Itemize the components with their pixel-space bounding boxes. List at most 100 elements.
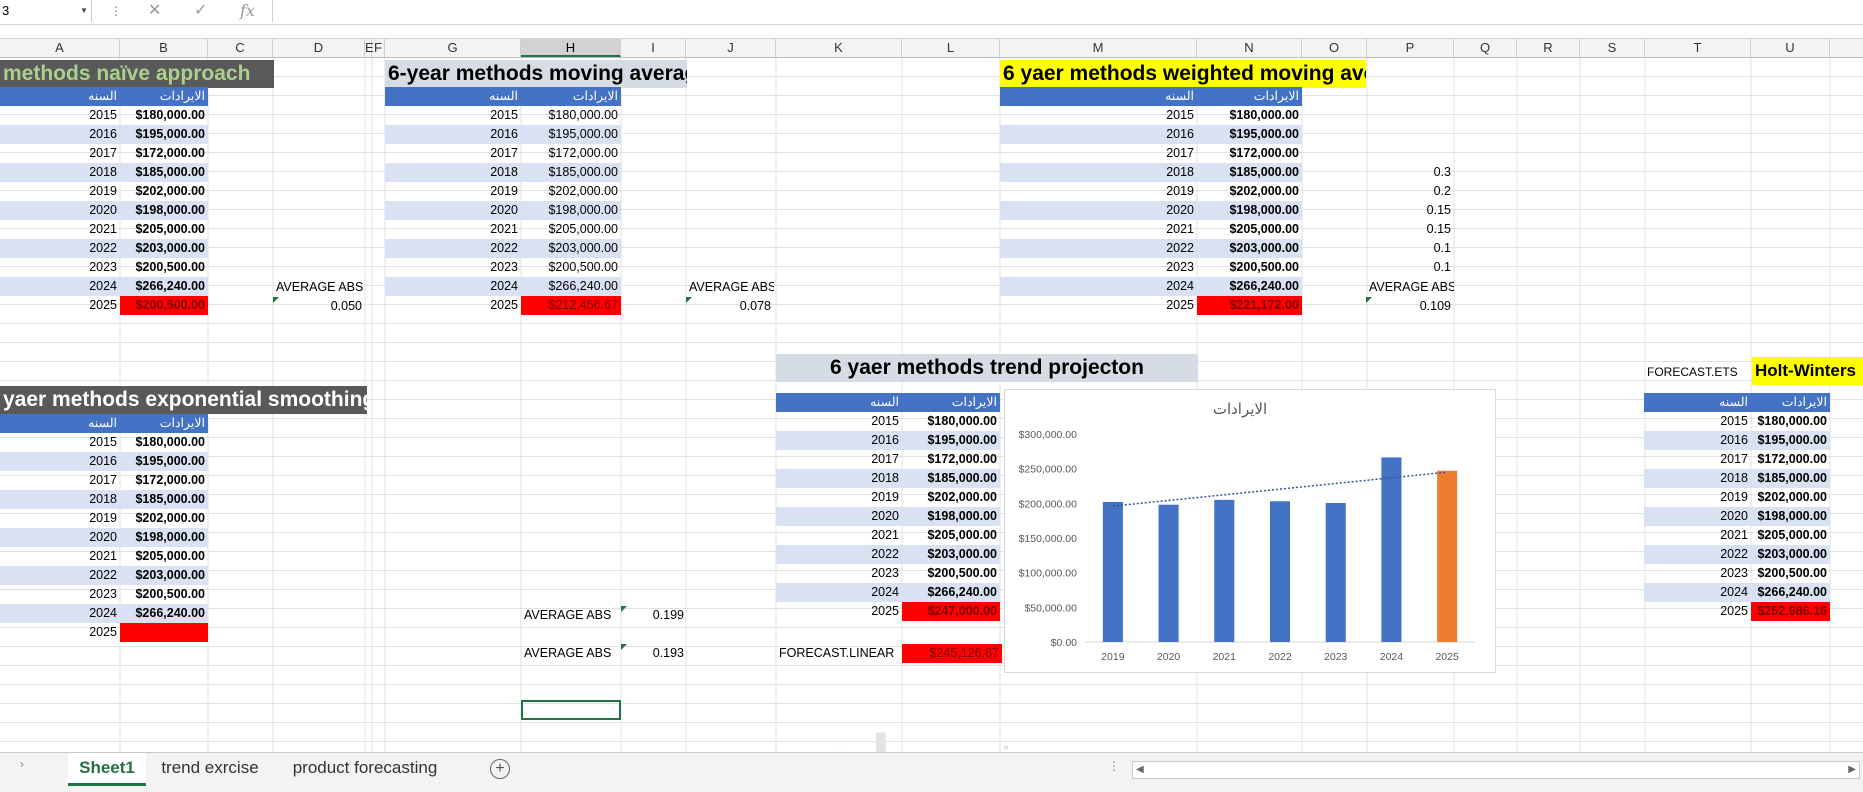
holt-year-cell[interactable]: 2024 <box>1644 583 1751 602</box>
weighted-revenue-cell[interactable]: $198,000.00 <box>1197 201 1302 220</box>
trend-revenue-cell[interactable]: $172,000.00 <box>902 450 1000 469</box>
weighted-revenue-cell[interactable]: $185,000.00 <box>1197 163 1302 182</box>
holt-revenue-cell[interactable]: $205,000.00 <box>1751 526 1830 545</box>
naive-revenue-cell[interactable]: $205,000.00 <box>120 220 208 239</box>
moving-year-cell[interactable]: 2022 <box>385 239 521 258</box>
moving-revenue-cell[interactable]: $172,000.00 <box>521 144 621 163</box>
exponential-revenue-cell[interactable]: $172,000.00 <box>120 471 208 490</box>
naive-revenue-cell[interactable]: $266,240.00 <box>120 277 208 296</box>
weighted-year-cell[interactable]: 2018 <box>1000 163 1197 182</box>
holt-year-cell[interactable]: 2022 <box>1644 545 1751 564</box>
weighted-revenue-cell[interactable]: $172,000.00 <box>1197 144 1302 163</box>
scroll-left-icon[interactable]: › <box>20 757 24 771</box>
column-header-n[interactable]: N <box>1197 39 1302 57</box>
weighted-year-cell[interactable]: 2017 <box>1000 144 1197 163</box>
weight-cell[interactable]: 0.1 <box>1367 258 1454 277</box>
holt-revenue-cell[interactable]: $252,986.16 <box>1751 602 1830 621</box>
weighted-year-cell[interactable]: 2024 <box>1000 277 1197 296</box>
exponential-revenue-cell[interactable] <box>120 623 208 642</box>
trend-revenue-cell[interactable]: $205,000.00 <box>902 526 1000 545</box>
cancel-icon[interactable]: ✕ <box>148 0 161 22</box>
weighted-revenue-cell[interactable]: $200,500.00 <box>1197 258 1302 277</box>
naive-revenue-cell[interactable]: $172,000.00 <box>120 144 208 163</box>
exponential-year-cell[interactable]: 2017 <box>0 471 120 490</box>
naive-revenue-cell[interactable]: $198,000.00 <box>120 201 208 220</box>
column-header-i[interactable]: I <box>621 39 686 57</box>
trend-year-cell[interactable]: 2018 <box>776 469 902 488</box>
exponential-year-cell[interactable]: 2016 <box>0 452 120 471</box>
weight-cell[interactable]: 0.2 <box>1367 182 1454 201</box>
moving-year-cell[interactable]: 2018 <box>385 163 521 182</box>
holt-revenue-cell[interactable]: $185,000.00 <box>1751 469 1830 488</box>
naive-year-cell[interactable]: 2021 <box>0 220 120 239</box>
column-header-c[interactable]: C <box>208 39 273 57</box>
exponential-year-cell[interactable]: 2023 <box>0 585 120 604</box>
trend-revenue-cell[interactable]: $266,240.00 <box>902 583 1000 602</box>
holt-year-cell[interactable]: 2018 <box>1644 469 1751 488</box>
moving-revenue-cell[interactable]: $180,000.00 <box>521 106 621 125</box>
exponential-revenue-cell[interactable]: $185,000.00 <box>120 490 208 509</box>
trend-year-cell[interactable]: 2016 <box>776 431 902 450</box>
trend-revenue-cell[interactable]: $203,000.00 <box>902 545 1000 564</box>
weight-cell[interactable]: 0.15 <box>1367 220 1454 239</box>
exponential-year-cell[interactable]: 2025 <box>0 623 120 642</box>
exponential-year-cell[interactable]: 2018 <box>0 490 120 509</box>
trend-year-cell[interactable]: 2019 <box>776 488 902 507</box>
naive-year-cell[interactable]: 2017 <box>0 144 120 163</box>
column-header-r[interactable]: R <box>1517 39 1580 57</box>
holt-revenue-cell[interactable]: $180,000.00 <box>1751 412 1830 431</box>
naive-year-cell[interactable]: 2024 <box>0 277 120 296</box>
naive-year-cell[interactable]: 2016 <box>0 125 120 144</box>
exponential-average-value-2[interactable]: 0.193 <box>621 644 687 663</box>
column-header-h[interactable]: H <box>521 39 621 57</box>
moving-year-cell[interactable]: 2021 <box>385 220 521 239</box>
trend-year-cell[interactable]: 2015 <box>776 412 902 431</box>
weighted-revenue-cell[interactable]: $203,000.00 <box>1197 239 1302 258</box>
moving-revenue-cell[interactable]: $202,000.00 <box>521 182 621 201</box>
revenue-chart[interactable]: الايرادات $0.00 $50,000.00 $100,000.00 $150,… <box>1004 389 1496 673</box>
trend-revenue-cell[interactable]: $200,500.00 <box>902 564 1000 583</box>
exponential-revenue-cell[interactable]: $180,000.00 <box>120 433 208 452</box>
naive-year-cell[interactable]: 2025 <box>0 296 120 315</box>
exponential-revenue-cell[interactable]: $202,000.00 <box>120 509 208 528</box>
holt-year-cell[interactable]: 2023 <box>1644 564 1751 583</box>
column-header-k[interactable]: K <box>776 39 902 57</box>
naive-year-cell[interactable]: 2019 <box>0 182 120 201</box>
weighted-year-cell[interactable]: 2022 <box>1000 239 1197 258</box>
tab-trend-exrcise[interactable]: trend exrcise <box>152 753 268 783</box>
moving-revenue-cell[interactable]: $185,000.00 <box>521 163 621 182</box>
column-header-o[interactable]: O <box>1302 39 1367 57</box>
exponential-revenue-cell[interactable]: $205,000.00 <box>120 547 208 566</box>
holt-revenue-cell[interactable]: $198,000.00 <box>1751 507 1830 526</box>
exponential-year-cell[interactable]: 2024 <box>0 604 120 623</box>
column-header-d[interactable]: D <box>273 39 365 57</box>
trend-revenue-cell[interactable]: $180,000.00 <box>902 412 1000 431</box>
column-header-b[interactable]: B <box>120 39 208 57</box>
weighted-revenue-cell[interactable]: $221,172.00 <box>1197 296 1302 315</box>
holt-revenue-cell[interactable]: $195,000.00 <box>1751 431 1830 450</box>
enter-icon[interactable]: ✓ <box>194 0 207 22</box>
column-header-j[interactable]: J <box>686 39 776 57</box>
weighted-year-cell[interactable]: 2015 <box>1000 106 1197 125</box>
trend-year-cell[interactable]: 2020 <box>776 507 902 526</box>
scroll-right-arrow-icon[interactable]: ▶ <box>1848 762 1856 777</box>
weight-cell[interactable]: 0.1 <box>1367 239 1454 258</box>
holt-year-cell[interactable]: 2021 <box>1644 526 1751 545</box>
naive-average-value[interactable]: 0.050 <box>273 297 365 316</box>
exponential-year-cell[interactable]: 2021 <box>0 547 120 566</box>
holt-year-cell[interactable]: 2017 <box>1644 450 1751 469</box>
weighted-revenue-cell[interactable]: $202,000.00 <box>1197 182 1302 201</box>
exponential-revenue-cell[interactable]: $266,240.00 <box>120 604 208 623</box>
tab-product-forecasting[interactable]: product forecasting <box>280 753 450 783</box>
column-header-a[interactable]: A <box>0 39 120 57</box>
naive-revenue-cell[interactable]: $203,000.00 <box>120 239 208 258</box>
moving-revenue-cell[interactable]: $195,000.00 <box>521 125 621 144</box>
column-header-t[interactable]: T <box>1645 39 1751 57</box>
naive-revenue-cell[interactable]: $185,000.00 <box>120 163 208 182</box>
trend-revenue-cell[interactable]: $195,000.00 <box>902 431 1000 450</box>
naive-year-cell[interactable]: 2020 <box>0 201 120 220</box>
weighted-year-cell[interactable]: 2023 <box>1000 258 1197 277</box>
name-box-dropdown-icon[interactable]: ▼ <box>80 0 88 22</box>
moving-year-cell[interactable]: 2025 <box>385 296 521 315</box>
naive-year-cell[interactable]: 2022 <box>0 239 120 258</box>
